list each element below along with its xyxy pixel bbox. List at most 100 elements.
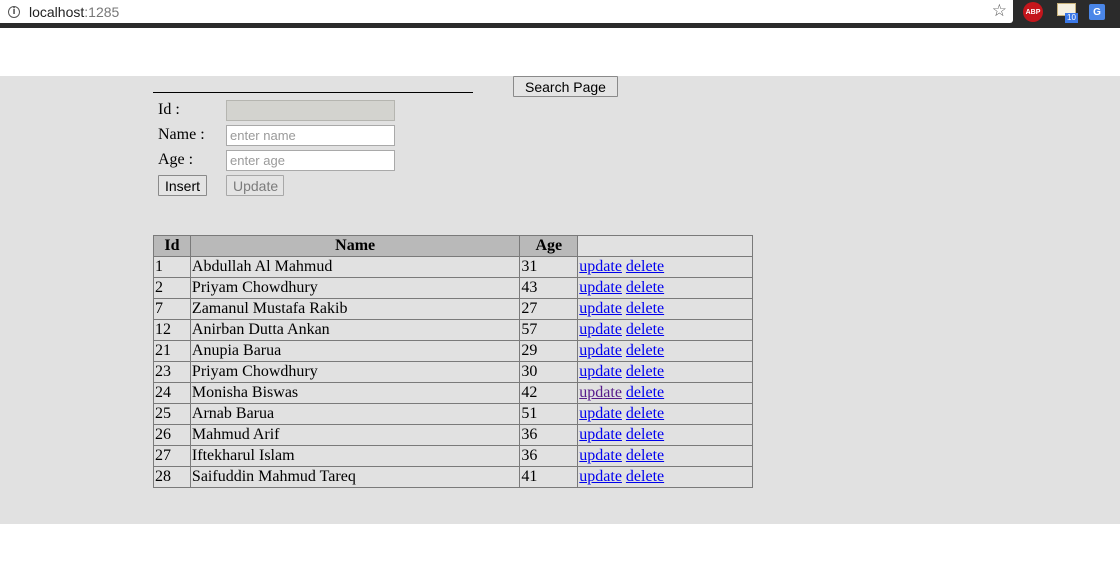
translate-extension-icon[interactable]: G [1089,4,1105,20]
cell-name: Anupia Barua [189,340,521,362]
cell-actions: update delete [577,445,753,467]
delete-link[interactable]: delete [626,405,664,422]
update-link[interactable]: update [579,405,622,422]
cell-name: Priyam Chowdhury [189,361,521,383]
cell-name: Anirban Dutta Ankan [189,319,521,341]
name-placeholder: enter name [230,128,296,143]
cell-name: Mahmud Arif [189,424,521,446]
url-port: :1285 [84,3,120,20]
column-header-actions [577,235,753,257]
cell-id: 12 [153,319,191,341]
cell-age: 27 [519,298,579,320]
age-placeholder: enter age [230,153,285,168]
divider-line [153,92,473,93]
age-field[interactable]: enter age [226,150,395,171]
update-button[interactable]: Update [226,175,284,196]
id-label: Id : [158,101,180,118]
cell-age: 43 [519,277,579,299]
abp-label: ABP [1025,8,1041,16]
table-row: 23 Priyam Chowdhury 30 update delete [153,361,753,383]
records-table: Id Name Age 1 Abdullah Al Mahmud 31 update … [153,235,753,488]
update-link[interactable]: update [579,363,622,380]
cell-name: Priyam Chowdhury [189,277,521,299]
cell-name: Saifuddin Mahmud Tareq [189,466,521,488]
cell-actions: update delete [577,319,753,341]
table-row: 28 Saifuddin Mahmud Tareq 41 update delete [153,466,753,488]
cell-id: 23 [153,361,191,383]
id-field[interactable] [226,100,395,121]
update-link[interactable]: update [579,342,622,359]
delete-link[interactable]: delete [626,426,664,443]
column-header-age: Age [519,235,579,257]
cell-actions: update delete [577,277,753,299]
cell-age: 51 [519,403,579,425]
table-header-row: Id Name Age [153,235,753,257]
insert-button[interactable]: Insert [158,175,207,196]
adblock-extension-icon[interactable]: ABP [1023,2,1043,22]
update-link[interactable]: update [579,426,622,443]
update-link[interactable]: update [579,279,622,296]
cell-age: 31 [519,256,579,278]
cell-id: 26 [153,424,191,446]
cell-actions: update delete [577,382,753,404]
update-link[interactable]: update [579,468,622,485]
delete-link[interactable]: delete [626,447,664,464]
cell-age: 29 [519,340,579,362]
info-icon[interactable]: i [8,5,20,18]
delete-link[interactable]: delete [626,363,664,380]
cell-actions: update delete [577,361,753,383]
cell-name: Abdullah Al Mahmud [189,256,521,278]
delete-link[interactable]: delete [626,300,664,317]
cell-age: 30 [519,361,579,383]
cell-age: 36 [519,424,579,446]
cell-name: Zamanul Mustafa Rakib [189,298,521,320]
url-host: localhost [29,3,85,20]
delete-link[interactable]: delete [626,468,664,485]
cell-name: Arnab Barua [189,403,521,425]
delete-link[interactable]: delete [626,342,664,359]
translate-label: G [1093,6,1101,18]
cell-id: 7 [153,298,191,320]
update-link[interactable]: update [579,258,622,275]
cell-id: 25 [153,403,191,425]
delete-link[interactable]: delete [626,279,664,296]
cell-actions: update delete [577,466,753,488]
table-row: 7 Zamanul Mustafa Rakib 27 update delete [153,298,753,320]
cell-age: 57 [519,319,579,341]
update-link[interactable]: update [579,447,622,464]
cell-id: 27 [153,445,191,467]
cell-id: 1 [153,256,191,278]
table-row: 26 Mahmud Arif 36 update delete [153,424,753,446]
delete-link[interactable]: delete [626,258,664,275]
column-header-id: Id [153,235,191,257]
cell-age: 41 [519,466,579,488]
delete-link[interactable]: delete [626,321,664,338]
cell-age: 36 [519,445,579,467]
url-text[interactable]: localhost:1285 [29,4,119,20]
cell-name: Iftekharul Islam [189,445,521,467]
table-row: 24 Monisha Biswas 42 update delete [153,382,753,404]
table-row: 21 Anupia Barua 29 update delete [153,340,753,362]
cell-age: 42 [519,382,579,404]
name-field[interactable]: enter name [226,125,395,146]
cell-id: 28 [153,466,191,488]
update-link[interactable]: update [579,384,622,401]
table-row: 27 Iftekharul Islam 36 update delete [153,445,753,467]
cell-actions: update delete [577,403,753,425]
cell-id: 21 [153,340,191,362]
search-page-button[interactable]: Search Page [513,76,618,97]
cell-actions: update delete [577,256,753,278]
cell-actions: update delete [577,424,753,446]
update-link[interactable]: update [579,321,622,338]
cell-id: 2 [153,277,191,299]
name-label: Name : [158,126,205,143]
age-label: Age : [158,151,194,168]
address-bar[interactable]: i localhost:1285 ☆ [0,0,1013,23]
column-header-name: Name [189,235,521,257]
update-link[interactable]: update [579,300,622,317]
bookmark-star-icon[interactable]: ☆ [992,1,1007,21]
cell-id: 24 [153,382,191,404]
delete-link[interactable]: delete [626,384,664,401]
cell-actions: update delete [577,340,753,362]
browser-toolbar: i localhost:1285 ☆ ABP 10 G [0,0,1120,28]
